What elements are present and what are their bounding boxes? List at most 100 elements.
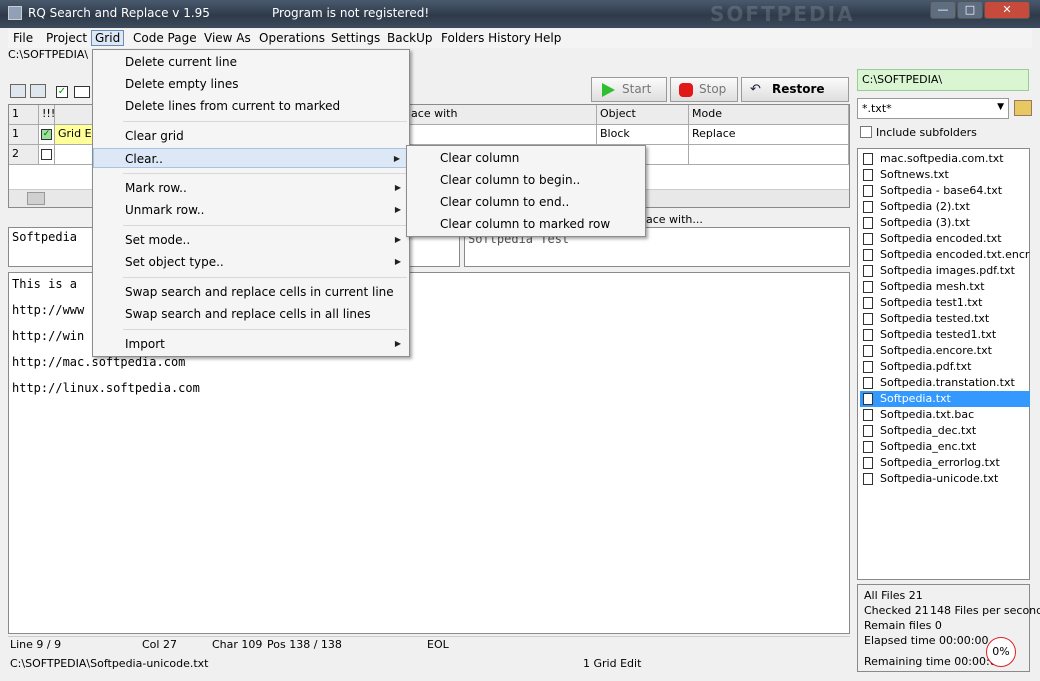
file-name: Softpedia test1.txt xyxy=(880,296,983,309)
file-list-item[interactable]: Softpedia mesh.txt xyxy=(860,279,1030,295)
file-list: mac.softpedia.com.txt Softnews.txt Softped… xyxy=(857,148,1030,580)
menu-settings[interactable]: Settings xyxy=(331,31,380,45)
file-list-item[interactable]: mac.softpedia.com.txt xyxy=(860,151,1030,167)
grid-row-num: 1 xyxy=(9,125,39,145)
menu-delete-lines-to-marked[interactable]: Delete lines from current to marked xyxy=(93,96,409,116)
stop-button[interactable]: Stop xyxy=(670,77,738,102)
file-name: Softpedia (3).txt xyxy=(880,216,970,229)
grid-mode-cell[interactable]: Replace xyxy=(689,125,849,145)
file-name: Softpedia (2).txt xyxy=(880,200,970,213)
minimize-button[interactable]: — xyxy=(930,1,956,19)
open-folder-icon[interactable] xyxy=(1014,100,1032,116)
file-icon xyxy=(863,425,873,437)
file-list-item[interactable]: Softpedia_errorlog.txt xyxy=(860,455,1030,471)
file-list-item[interactable]: Softpedia tested.txt xyxy=(860,311,1030,327)
menu-file[interactable]: File xyxy=(13,31,33,45)
file-list-item[interactable]: Softpedia-unicode.txt xyxy=(860,471,1030,487)
menu-clear-column-to-begin[interactable]: Clear column to begin.. xyxy=(407,170,645,190)
stop-icon xyxy=(679,83,693,97)
title-bar: RQ Search and Replace v 1.95 Program is … xyxy=(0,0,1040,28)
add-line-icon[interactable] xyxy=(10,84,26,98)
menu-import[interactable]: Import ▶ xyxy=(93,334,409,354)
file-list-item[interactable]: Softpedia.encore.txt xyxy=(860,343,1030,359)
menu-code-page[interactable]: Code Page xyxy=(133,31,197,45)
file-icon xyxy=(863,457,873,469)
close-button[interactable]: ✕ xyxy=(984,1,1030,19)
file-name: Softpedia_enc.txt xyxy=(880,440,977,453)
maximize-button[interactable]: □ xyxy=(957,1,983,19)
file-list-item[interactable]: Softpedia.txt xyxy=(860,391,1030,407)
uncheck-all-icon[interactable] xyxy=(74,86,90,98)
menu-clear-column-to-marked-row[interactable]: Clear column to marked row xyxy=(407,214,645,234)
file-list-item[interactable]: Softpedia images.pdf.txt xyxy=(860,263,1030,279)
menu-swap-all-lines[interactable]: Swap search and replace cells in all lin… xyxy=(93,304,409,324)
check-all-icon[interactable]: ✓ xyxy=(56,86,68,98)
play-icon xyxy=(602,83,615,97)
menu-set-mode[interactable]: Set mode.. ▶ xyxy=(93,230,409,250)
editor-line: http://win xyxy=(12,329,85,343)
grid-menu: Delete current line Delete empty lines D… xyxy=(92,49,410,357)
menu-folders-history[interactable]: Folders History xyxy=(441,31,531,45)
menu-set-object-type[interactable]: Set object type.. ▶ xyxy=(93,252,409,272)
folder-path[interactable]: C:\SOFTPEDIA\ xyxy=(857,69,1029,91)
file-list-item[interactable]: Softpedia encoded.txt.encr xyxy=(860,247,1030,263)
status-eol: EOL xyxy=(427,638,449,651)
menu-backup[interactable]: BackUp xyxy=(387,31,433,45)
file-list-item[interactable]: Softpedia_dec.txt xyxy=(860,423,1030,439)
current-path: C:\SOFTPEDIA\ xyxy=(8,48,89,61)
status-pos: Pos 138 / 138 xyxy=(267,638,342,651)
menu-mark-row[interactable]: Mark row.. ▶ xyxy=(93,178,409,198)
file-list-item[interactable]: Softpedia.txt.bac xyxy=(860,407,1030,423)
scroll-thumb[interactable] xyxy=(27,192,45,205)
file-list-item[interactable]: Softpedia_enc.txt xyxy=(860,439,1030,455)
menu-grid[interactable]: Grid xyxy=(91,30,125,46)
restore-files-button[interactable]: ↶ Restore files xyxy=(741,77,849,119)
file-list-item[interactable]: Softpedia tested1.txt xyxy=(860,327,1030,343)
file-icon xyxy=(863,329,873,341)
submenu-arrow-icon: ▶ xyxy=(394,257,401,266)
include-subfolders-checkbox[interactable] xyxy=(860,126,872,138)
file-icon xyxy=(863,249,873,261)
app-icon xyxy=(8,6,22,20)
menu-swap-current-line[interactable]: Swap search and replace cells in current… xyxy=(93,282,409,302)
grid-row-checkbox[interactable] xyxy=(39,145,55,165)
menu-clear[interactable]: Clear.. ▶ xyxy=(93,148,409,168)
file-icon xyxy=(863,153,873,165)
undo-icon: ↶ xyxy=(750,82,761,97)
menu-project[interactable]: Project xyxy=(46,31,87,45)
menu-clear-grid[interactable]: Clear grid xyxy=(93,126,409,146)
editor-line: http://www xyxy=(12,303,85,317)
menu-unmark-row[interactable]: Unmark row.. ▶ xyxy=(93,200,409,220)
file-name: Softpedia - base64.txt xyxy=(880,184,1003,197)
file-mask-select[interactable]: *.txt* ▼ xyxy=(857,98,1009,119)
file-icon xyxy=(863,201,873,213)
file-icon xyxy=(863,233,873,245)
menu-delete-empty-lines[interactable]: Delete empty lines xyxy=(93,74,409,94)
file-name: Softpedia.txt.bac xyxy=(880,408,975,421)
grid-replace-cell[interactable] xyxy=(405,125,597,145)
menu-clear-column-to-end[interactable]: Clear column to end.. xyxy=(407,192,645,212)
all-files-count: All Files 21 xyxy=(864,589,923,602)
file-name: Softpedia.encore.txt xyxy=(880,344,992,357)
save-grid-icon[interactable] xyxy=(30,84,46,98)
start-button[interactable]: Start xyxy=(591,77,667,102)
menu-clear-column[interactable]: Clear column xyxy=(407,148,645,168)
menu-operations[interactable]: Operations xyxy=(259,31,325,45)
file-list-item[interactable]: Softpedia test1.txt xyxy=(860,295,1030,311)
file-list-item[interactable]: Softpedia - base64.txt xyxy=(860,183,1030,199)
files-per-second: 148 Files per second xyxy=(930,604,1040,617)
file-list-item[interactable]: Softpedia (3).txt xyxy=(860,215,1030,231)
grid-mode-cell[interactable] xyxy=(689,145,849,165)
file-name: Softpedia mesh.txt xyxy=(880,280,985,293)
file-list-item[interactable]: Softnews.txt xyxy=(860,167,1030,183)
grid-row-checkbox[interactable]: ✓ xyxy=(39,125,55,145)
menu-help[interactable]: Help xyxy=(534,31,561,45)
file-list-item[interactable]: Softpedia.pdf.txt xyxy=(860,359,1030,375)
file-list-item[interactable]: Softpedia.transtation.txt xyxy=(860,375,1030,391)
status-line: Line 9 / 9 xyxy=(10,638,62,651)
menu-delete-current-line[interactable]: Delete current line xyxy=(93,52,409,72)
file-list-item[interactable]: Softpedia encoded.txt xyxy=(860,231,1030,247)
file-list-item[interactable]: Softpedia (2).txt xyxy=(860,199,1030,215)
menu-view-as[interactable]: View As xyxy=(204,31,251,45)
grid-object-cell[interactable]: Block xyxy=(597,125,689,145)
